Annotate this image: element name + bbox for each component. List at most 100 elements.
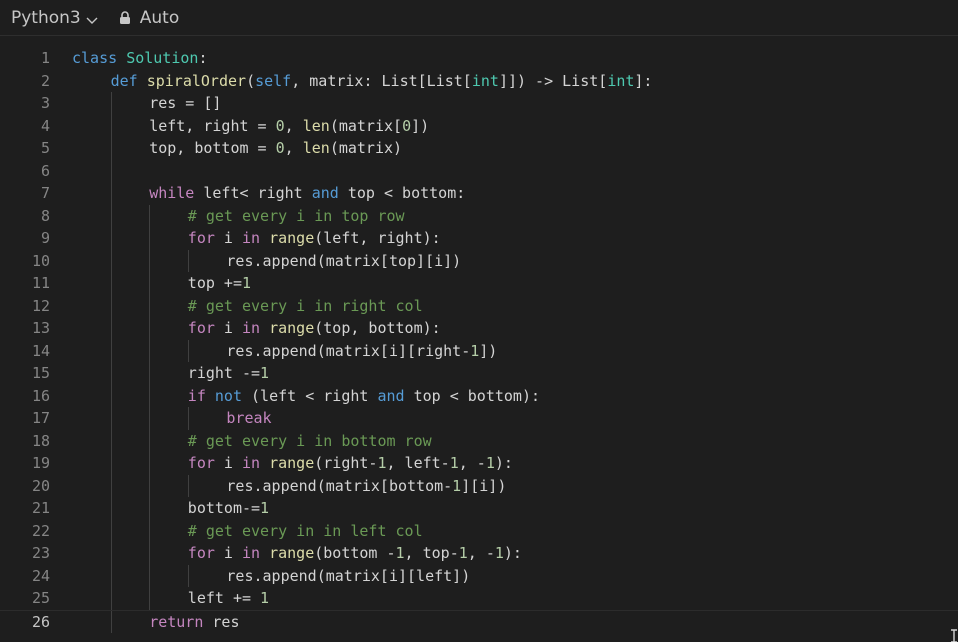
code-token: 0 xyxy=(275,116,285,135)
code-line[interactable]: 21 bottom-=1 xyxy=(0,497,958,520)
code-token: i xyxy=(214,544,242,562)
code-line[interactable]: 24 res.append(matrix[i][left]) xyxy=(0,564,958,588)
line-number: 21 xyxy=(31,499,50,517)
code-token: 1 xyxy=(449,454,459,472)
line-number: 19 xyxy=(31,454,50,472)
code-token: ]) xyxy=(479,341,498,360)
auto-mode-toggle[interactable]: Auto xyxy=(119,8,179,28)
code-token: len xyxy=(302,139,330,157)
code-line[interactable]: 23 for i in range(bottom -1, top-1, -1): xyxy=(0,542,958,565)
code-text: # get every in in left col xyxy=(188,520,423,543)
code-token: for xyxy=(187,454,215,472)
code-line[interactable]: 8 # get every i in top row xyxy=(0,204,958,227)
line-number: 6 xyxy=(40,161,50,180)
code-token: for xyxy=(187,319,215,337)
code-line[interactable]: 2 def spiralOrder(self, matrix: List[List… xyxy=(0,70,958,93)
line-number: 5 xyxy=(40,139,50,157)
line-number: 25 xyxy=(31,589,50,607)
code-token: return xyxy=(149,612,204,631)
code-token: res.append(matrix[bottom- xyxy=(226,476,453,495)
line-number: 9 xyxy=(40,229,50,247)
indent-guide xyxy=(149,519,151,542)
indent-guide xyxy=(187,249,189,272)
code-line[interactable]: 20 res.append(matrix[bottom-1][i]) xyxy=(0,474,958,498)
code-text: for i in range(top, bottom): xyxy=(188,317,441,340)
indent-guide xyxy=(149,317,151,340)
code-token: i xyxy=(214,319,242,337)
code-line[interactable]: 7 while left< right and top < bottom: xyxy=(0,182,958,205)
code-text: res.append(matrix[top][i]) xyxy=(226,250,461,273)
code-token: 1 xyxy=(470,341,480,360)
code-line[interactable]: 25 left += 1 xyxy=(0,587,958,610)
code-line[interactable]: 6 xyxy=(0,159,958,182)
code-token: , top- xyxy=(404,544,459,562)
code-line[interactable]: 5 top, bottom = 0, len(matrix) xyxy=(0,137,958,160)
code-token: ]]) -> List[ xyxy=(498,71,608,90)
code-token: i xyxy=(214,454,242,472)
code-token: # get every i in top row xyxy=(187,206,405,225)
line-number: 17 xyxy=(31,409,50,427)
code-line[interactable]: 1 class Solution: xyxy=(0,47,958,70)
indent-guide xyxy=(187,474,189,497)
code-token: bottom-= xyxy=(187,499,261,517)
line-number: 24 xyxy=(31,566,50,585)
text-cursor-icon xyxy=(950,628,958,642)
code-line[interactable]: 16 if not (left < right and top < bottom)… xyxy=(0,384,958,407)
code-line[interactable]: 11 top +=1 xyxy=(0,272,958,295)
code-token: res.append(matrix[i][left]) xyxy=(226,566,471,585)
code-token: (matrix[ xyxy=(329,116,403,135)
code-line[interactable]: 19 for i in range(right-1, left-1, -1): xyxy=(0,452,958,475)
code-token: , - xyxy=(467,544,495,562)
code-token: in xyxy=(241,544,261,562)
code-line[interactable]: 9 for i in range(left, right): xyxy=(0,227,958,250)
language-select[interactable]: Python3 xyxy=(11,8,99,28)
indent-guide xyxy=(110,542,112,565)
code-line[interactable]: 14 res.append(matrix[i][right-1]) xyxy=(0,339,958,362)
code-token: top < bottom: xyxy=(338,184,466,202)
code-token: 1 xyxy=(395,544,405,562)
code-token: for xyxy=(187,229,215,247)
indent-guide xyxy=(149,542,151,565)
indent-guide xyxy=(110,272,112,295)
code-editor[interactable]: 1 class Solution: 2 def spiralOrder(self, m… xyxy=(0,47,958,642)
code-line[interactable]: 22 # get every in in left col xyxy=(0,519,958,543)
code-token: if xyxy=(187,386,206,405)
code-line[interactable]: 15 right -=1 xyxy=(0,362,958,385)
code-line[interactable]: 3 res = [] xyxy=(0,92,958,115)
code-text: top +=1 xyxy=(188,272,251,295)
code-token: (top, bottom): xyxy=(314,319,441,337)
code-text: res.append(matrix[i][left]) xyxy=(226,565,470,588)
indent-guide xyxy=(110,474,112,497)
indent-guide xyxy=(149,272,151,295)
code-line[interactable]: 13 for i in range(top, bottom): xyxy=(0,317,958,340)
code-line[interactable]: 10 res.append(matrix[top][i]) xyxy=(0,249,958,273)
indent-guide xyxy=(110,384,112,407)
indent-guide xyxy=(149,204,151,227)
code-text: left += 1 xyxy=(188,587,269,610)
code-line[interactable]: 26 return res xyxy=(0,609,958,633)
code-token: 1 xyxy=(452,476,462,495)
code-line[interactable]: 4 left, right = 0, len(matrix[0]) xyxy=(0,114,958,137)
indent-guide xyxy=(110,497,112,520)
code-text: res.append(matrix[bottom-1][i]) xyxy=(226,475,506,498)
code-token: (bottom - xyxy=(314,544,396,562)
editor-toolbar: Python3 Auto xyxy=(0,0,958,36)
indent-guide xyxy=(110,407,112,430)
code-token: in xyxy=(241,319,261,337)
code-token: left += xyxy=(187,589,261,607)
indent-guide xyxy=(110,227,112,250)
code-line[interactable]: 17 break xyxy=(0,407,958,430)
code-line[interactable]: 12 # get every i in right col xyxy=(0,294,958,317)
code-token: in xyxy=(241,229,261,247)
code-token: # get every in in left col xyxy=(187,521,423,540)
indent-guide xyxy=(149,497,151,520)
code-token: ][i]) xyxy=(461,476,507,495)
indent-guide xyxy=(110,182,112,205)
code-token: for xyxy=(187,544,215,562)
code-line[interactable]: 18 # get every i in bottom row xyxy=(0,429,958,452)
code-token: top += xyxy=(187,274,242,292)
